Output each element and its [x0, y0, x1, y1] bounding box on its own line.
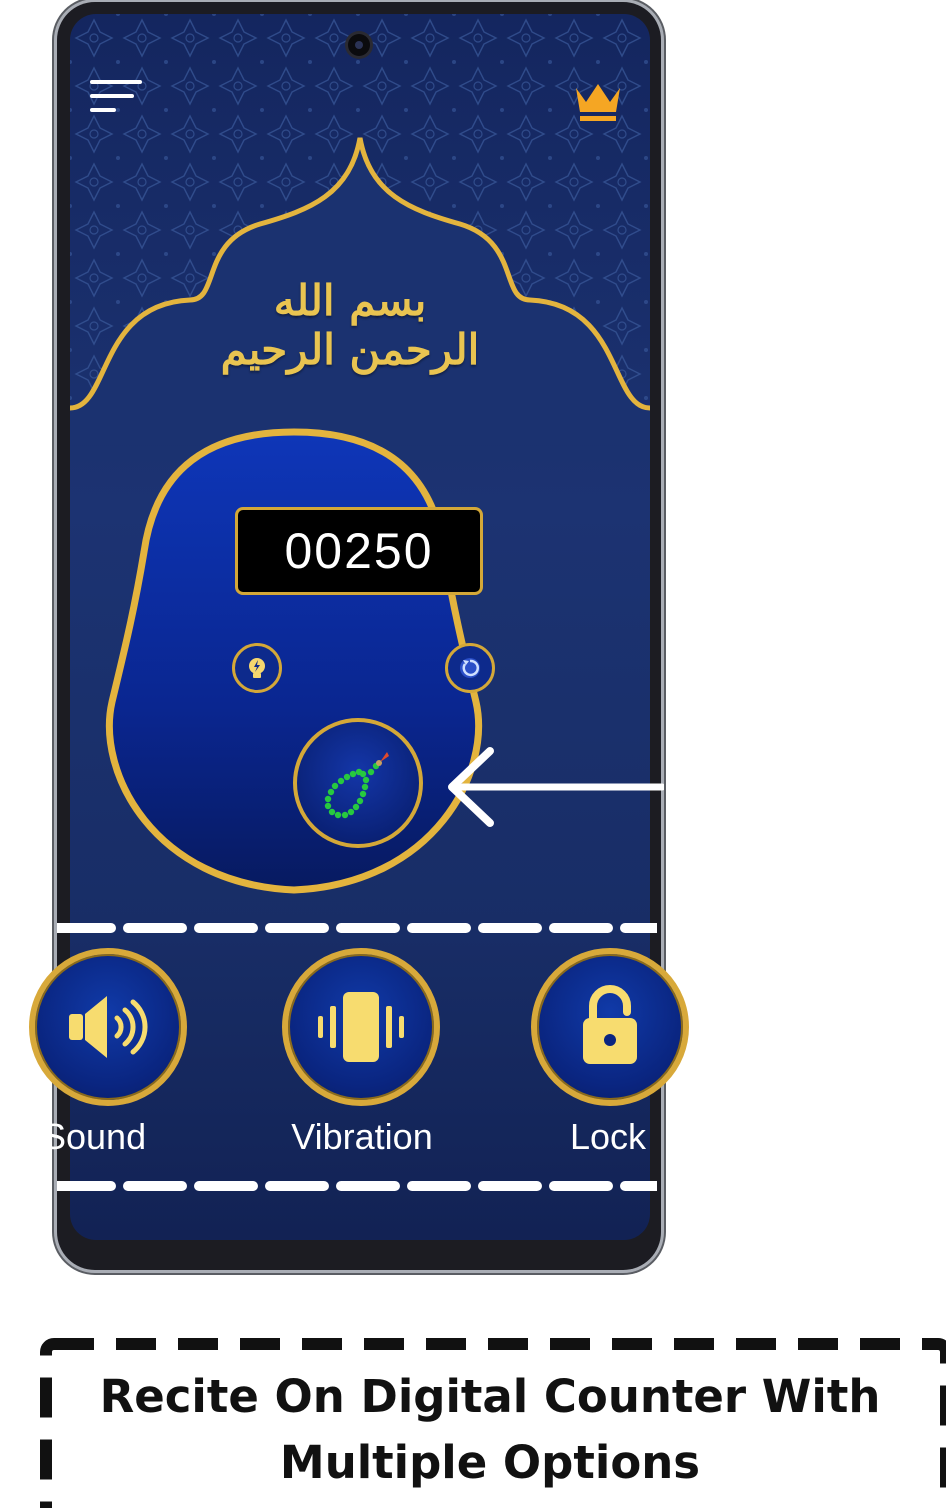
speaker-icon [69, 996, 148, 1058]
hamburger-menu-icon[interactable] [90, 80, 142, 124]
lock-option-label: Lock [569, 1116, 647, 1157]
caption-line-1: Recite On Digital Counter With [99, 1370, 881, 1423]
reset-icon [460, 658, 480, 678]
crown-icon[interactable] [574, 80, 622, 124]
bottom-dashed-divider [57, 1181, 657, 1191]
vibration-option-label: Vibration [291, 1116, 433, 1157]
tasbih-counter-body [105, 428, 483, 894]
reset-button[interactable] [445, 643, 495, 693]
light-button[interactable] [232, 643, 282, 693]
lightbulb-icon [249, 658, 265, 678]
top-dashed-divider [57, 923, 657, 933]
vibration-option-button[interactable] [282, 948, 440, 1106]
lock-icon [583, 985, 637, 1064]
count-tap-button[interactable] [293, 718, 423, 848]
bismillah-calligraphy: بسم الله الرحمن الرحيم [220, 276, 480, 374]
lock-option-button[interactable] [531, 948, 689, 1106]
sound-option-label: Sound [42, 1116, 147, 1157]
sound-option-button[interactable] [29, 948, 187, 1106]
vibration-icon [318, 992, 404, 1062]
caption-text: Recite On Digital Counter With Multiple … [60, 1364, 920, 1496]
pointer-arrow [448, 747, 664, 827]
counter-display: 00250 [235, 507, 483, 595]
prayer-beads-icon [324, 752, 389, 819]
caption-line-2: Multiple Options [279, 1436, 701, 1489]
front-camera [348, 34, 370, 56]
